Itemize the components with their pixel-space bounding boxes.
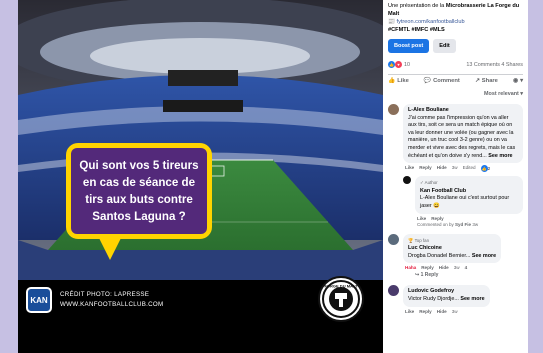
audience-selector[interactable]: ◉ ▾: [513, 78, 523, 84]
description-prefix: Une présentation de la: [388, 3, 445, 9]
like-link[interactable]: Like: [405, 309, 414, 314]
like-action[interactable]: 👍 Like: [388, 78, 409, 84]
post-stats: 👍 ♥ 10 13 Comments 4 Shares: [388, 61, 523, 68]
patreon-link[interactable]: 📰 fytreon.com/kanfootballclub: [388, 19, 465, 25]
reply-link[interactable]: Reply: [419, 165, 432, 172]
comment-item: L-Alex Bouliane J'ai comme pas l'impress…: [388, 104, 523, 227]
reaction-badge[interactable]: 4: [465, 265, 468, 270]
commenter-name[interactable]: L-Alex Bouliane: [408, 107, 518, 115]
hashtags[interactable]: #CFMTL #IMFC #MLS: [388, 27, 445, 33]
question-speech-bubble: Qui sont vos 5 tireurs en cas de séance …: [66, 143, 212, 260]
reply-link[interactable]: Reply: [419, 309, 432, 314]
comment-time[interactable]: 3w: [452, 309, 458, 314]
view-replies-link[interactable]: ↪ 1 Reply: [403, 272, 501, 278]
hide-link[interactable]: Hide: [437, 309, 447, 314]
comment-text: L-Alex Bouliane oui c'est surtout pour j…: [420, 195, 510, 209]
share-label: Share: [481, 78, 498, 84]
reply-link[interactable]: Reply: [431, 216, 444, 221]
comment-bubble: 🏆 Top fan Luc Chicoine Drogba Donadel Be…: [403, 233, 502, 264]
see-more-link[interactable]: See more: [460, 296, 484, 302]
credit-photo-text: CRÉDIT PHOTO: LAPRESSE: [60, 291, 150, 298]
reaction-count: 4: [464, 265, 468, 271]
comment-sort-dropdown[interactable]: Most relevant ▾: [388, 91, 523, 97]
comment-bubble: Ludovic Godefroy Victor Rudy Djordje... …: [403, 285, 490, 307]
avatar[interactable]: [388, 233, 399, 245]
edit-button[interactable]: Edit: [433, 39, 456, 53]
comment-item: Ludovic Godefroy Victor Rudy Djordje... …: [388, 285, 523, 314]
like-reaction-icon: 👍: [480, 165, 488, 173]
svg-text:FORGE DU MALT: FORGE DU MALT: [324, 284, 358, 289]
kan-logo: KAN: [26, 287, 52, 313]
commenter-name[interactable]: Ludovic Godefroy: [408, 288, 485, 296]
reply-link[interactable]: Reply: [421, 265, 434, 270]
comment-text: Drogba Donadel Bernier...: [408, 252, 471, 259]
see-more-link[interactable]: See more: [488, 153, 512, 159]
reply-bubble: ✓ Author Kan Football Club L-Alex Boulia…: [415, 176, 523, 214]
hide-link[interactable]: Hide: [439, 265, 449, 270]
author-badge: ✓ Author: [420, 180, 438, 186]
forge-du-malt-logo: FORGE DU MALT: [318, 276, 364, 322]
like-link[interactable]: Like: [417, 216, 426, 221]
commenter-name[interactable]: Kan Football Club: [420, 188, 518, 196]
share-action[interactable]: ↗ Share: [475, 78, 498, 84]
post-viewer: Qui sont vos 5 tireurs en cas de séance …: [18, 0, 528, 353]
avatar[interactable]: [388, 285, 399, 297]
avatar[interactable]: [403, 176, 411, 185]
comment-action[interactable]: 💬 Comment: [424, 78, 460, 84]
commented-by-line: Commented on by Syd Fie 3w: [415, 222, 523, 227]
comment-text: Victor Rudy Djordje...: [408, 295, 459, 302]
top-fan-badge: 🏆 Top fan: [408, 237, 430, 243]
like-link[interactable]: Like: [405, 165, 414, 172]
reaction-link[interactable]: Haha: [405, 265, 416, 270]
love-reaction-icon: ♥: [395, 61, 402, 68]
comment-meta: Like Reply Hide 3w Edited 👍2: [403, 165, 523, 173]
comment-label: Comment: [433, 78, 460, 84]
share-icon: ↗: [474, 78, 480, 84]
reaction-summary[interactable]: 👍 ♥ 10: [388, 61, 410, 68]
credit-website-text: WWW.KANFOOTBALLCLUB.COM: [60, 301, 164, 308]
comment-time[interactable]: 3w: [452, 165, 458, 172]
commented-by-name[interactable]: Syd Fie: [455, 222, 471, 227]
see-more-link[interactable]: See more: [472, 253, 496, 259]
comment-meta: Like Reply: [415, 216, 523, 221]
comments-shares-count[interactable]: 13 Comments 4 Shares: [466, 62, 523, 68]
reaction-count: 2: [487, 166, 491, 172]
post-action-bar: 👍 Like 💬 Comment ↗ Share ◉ ▾: [388, 74, 523, 87]
post-photo[interactable]: Qui sont vos 5 tireurs en cas de séance …: [18, 0, 383, 353]
comment-meta: Like Reply Hide 3w: [403, 309, 490, 314]
comment-bubble: L-Alex Bouliane J'ai comme pas l'impress…: [403, 104, 523, 164]
reaction-count: 10: [404, 61, 410, 68]
boost-post-button[interactable]: Boost post: [388, 39, 430, 53]
comment-meta: Haha Reply Hide 3w 4: [403, 265, 501, 270]
commented-by-label: Commented on by: [417, 221, 454, 227]
post-description: Une présentation de la Microbrasserie La…: [388, 2, 523, 34]
edited-label: Edited: [462, 165, 476, 171]
commenter-name[interactable]: Luc Chicoine: [408, 245, 496, 253]
reaction-badge[interactable]: 👍2: [480, 165, 491, 173]
post-sidebar: Une présentation de la Microbrasserie La…: [383, 0, 528, 353]
like-label: Like: [397, 78, 409, 84]
comment-item: 🏆 Top fan Luc Chicoine Drogba Donadel Be…: [388, 233, 523, 278]
post-owner-actions: Boost post Edit: [388, 39, 523, 53]
avatar[interactable]: [388, 104, 399, 115]
globe-icon: ◉: [513, 78, 519, 84]
reply-item: ✓ Author Kan Football Club L-Alex Boulia…: [403, 176, 523, 227]
like-reaction-icon: 👍: [388, 61, 395, 68]
thumbs-up-icon: 👍: [388, 78, 396, 84]
comment-time[interactable]: 3w: [472, 222, 478, 227]
photo-credits: KAN CRÉDIT PHOTO: LAPRESSE WWW.KANFOOTBA…: [26, 287, 164, 313]
comment-time[interactable]: 3w: [454, 265, 460, 270]
hide-link[interactable]: Hide: [437, 165, 447, 172]
question-text: Qui sont vos 5 tireurs en cas de séance …: [79, 159, 199, 223]
comment-icon: 💬: [423, 78, 432, 84]
